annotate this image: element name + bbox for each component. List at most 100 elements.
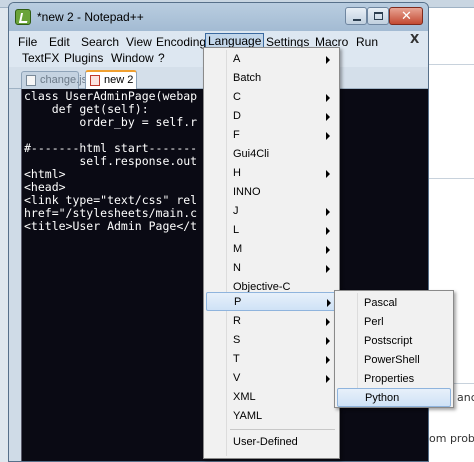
notepad-plus-plus-icon: [15, 9, 31, 25]
menu-item-label: Postscript: [364, 335, 413, 347]
menu-window[interactable]: Window: [108, 50, 157, 66]
submenu-arrow-icon: [326, 356, 330, 364]
menu-search[interactable]: Search: [78, 34, 122, 50]
code-line: #-------html start-------: [24, 141, 198, 155]
submenu-arrow-icon: [326, 318, 330, 326]
code-line: <html>: [24, 167, 66, 181]
menu-view[interactable]: View: [123, 34, 155, 50]
menu-item-label: Pascal: [364, 297, 398, 309]
submenu-arrow-icon: [326, 132, 330, 140]
language-menu-item-j[interactable]: J: [206, 202, 337, 221]
language-menu-item-user-defined[interactable]: User-Defined: [206, 433, 337, 452]
menu-separator: [230, 429, 335, 430]
code-line: <link type="text/css" rel: [24, 193, 198, 207]
menu-item-label: D: [233, 110, 241, 122]
menu-item-label: C: [233, 91, 241, 103]
language-menu-item-yaml[interactable]: YAML: [206, 407, 337, 426]
tab-change-js[interactable]: change.js: [21, 71, 87, 89]
submenu-item-powershell[interactable]: PowerShell: [337, 351, 451, 370]
background-text-fragment: anc: [457, 391, 474, 404]
language-menu-item-h[interactable]: H: [206, 164, 337, 183]
language-menu-item-v[interactable]: V: [206, 369, 337, 388]
language-menu-item-l[interactable]: L: [206, 221, 337, 240]
submenu-arrow-icon: [326, 208, 330, 216]
menu-item-label: User-Defined: [233, 436, 298, 448]
submenu-item-python[interactable]: Python: [337, 388, 451, 407]
submenu-arrow-icon: [326, 265, 330, 273]
menu-item-label: Python: [365, 392, 400, 404]
submenu-item-perl[interactable]: Perl: [337, 313, 451, 332]
maximize-button[interactable]: [367, 7, 389, 25]
language-menu-item-batch[interactable]: Batch: [206, 69, 337, 88]
submenu-item-postscript[interactable]: Postscript: [337, 332, 451, 351]
menu-item-label: Properties: [364, 373, 415, 385]
minimize-button[interactable]: [345, 7, 367, 25]
language-menu-item-p[interactable]: P: [206, 292, 337, 311]
close-window-button[interactable]: ✕: [389, 7, 423, 25]
language-menu-item-d[interactable]: D: [206, 107, 337, 126]
window-title: *new 2 - Notepad++: [37, 10, 144, 24]
menu-item-label: Perl: [364, 316, 384, 328]
tab-new-2[interactable]: new 2: [85, 70, 137, 89]
menu-encoding[interactable]: Encoding: [153, 34, 209, 50]
submenu-arrow-icon: [326, 170, 330, 178]
language-menu-item-inno[interactable]: INNO: [206, 183, 337, 202]
close-icon: ✕: [401, 9, 412, 24]
background-text-fragment: om probab: [429, 432, 474, 445]
language-menu-item-s[interactable]: S: [206, 331, 337, 350]
code-line: href="/stylesheets/main.c: [24, 206, 198, 220]
language-menu-item-a[interactable]: A: [206, 50, 337, 69]
language-p-submenu: Pascal Perl Postscript PowerShell Proper…: [334, 290, 454, 408]
language-menu-item-t[interactable]: T: [206, 350, 337, 369]
language-menu-item-c[interactable]: C: [206, 88, 337, 107]
code-line: <title>User Admin Page</t: [24, 219, 198, 233]
menu-item-label: L: [233, 224, 240, 236]
code-line: <head>: [24, 180, 66, 194]
language-menu-item-n[interactable]: N: [206, 259, 337, 278]
submenu-arrow-icon: [327, 299, 331, 307]
code-line: def get(self):: [24, 102, 149, 116]
menu-plugins[interactable]: Plugins: [61, 50, 106, 66]
menu-item-label: XML: [233, 391, 256, 403]
menu-item-label: PowerShell: [364, 354, 420, 366]
submenu-item-properties[interactable]: Properties: [337, 370, 451, 389]
submenu-arrow-icon: [326, 56, 330, 64]
minimize-icon: [353, 19, 361, 21]
submenu-item-pascal[interactable]: Pascal: [337, 294, 451, 313]
close-document-button[interactable]: X: [410, 32, 419, 46]
menu-item-label: H: [233, 167, 241, 179]
modified-file-icon: [90, 75, 100, 86]
menu-item-label: N: [233, 262, 241, 274]
submenu-arrow-icon: [326, 337, 330, 345]
menu-item-label: M: [233, 243, 243, 255]
menu-textfx[interactable]: TextFX: [19, 50, 62, 66]
menu-item-label: Gui4Cli: [233, 148, 270, 160]
code-line: self.response.out: [24, 154, 198, 168]
menu-item-label: J: [233, 205, 239, 217]
language-menu-item-f[interactable]: F: [206, 126, 337, 145]
code-line: order_by = self.r: [24, 115, 198, 129]
submenu-arrow-icon: [326, 246, 330, 254]
submenu-arrow-icon: [326, 113, 330, 121]
code-line: class UserAdminPage(webap: [24, 89, 198, 103]
language-menu-item-gui4cli[interactable]: Gui4Cli: [206, 145, 337, 164]
file-icon: [26, 75, 36, 86]
tab-label: new 2: [104, 74, 134, 86]
language-menu-item-xml[interactable]: XML: [206, 388, 337, 407]
menu-edit[interactable]: Edit: [46, 34, 73, 50]
background-divider: [429, 64, 474, 65]
language-menu: A Batch C D F Gui4Cli H INNO J L M N Obj…: [203, 47, 340, 459]
language-menu-item-r[interactable]: R: [206, 312, 337, 331]
language-menu-item-m[interactable]: M: [206, 240, 337, 259]
submenu-arrow-icon: [326, 375, 330, 383]
menu-run[interactable]: Run: [353, 34, 381, 50]
menu-item-label: V: [233, 372, 241, 384]
menu-item-label: F: [233, 129, 240, 141]
menu-item-label: YAML: [233, 410, 263, 422]
menu-item-label: R: [233, 315, 241, 327]
menu-item-label: S: [233, 334, 241, 346]
maximize-icon: [374, 12, 383, 20]
menu-file[interactable]: File: [15, 34, 40, 50]
title-bar[interactable]: *new 2 - Notepad++ ✕: [9, 3, 428, 31]
menu-help[interactable]: ?: [155, 50, 168, 66]
